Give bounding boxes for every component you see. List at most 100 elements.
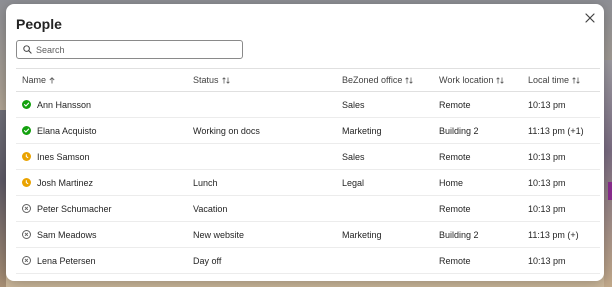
sort-icon: [572, 76, 580, 84]
office-text: Marketing: [342, 229, 382, 240]
work-location-text: Remote: [439, 255, 471, 266]
person-name: Ann Hansson: [37, 99, 92, 110]
cell-work-location: Remote: [434, 256, 523, 266]
local-time-text: 10:13 pm: [528, 177, 566, 188]
table-row[interactable]: Peter Schumacher Vacation Remote 10:13 pm: [16, 196, 600, 222]
table-row[interactable]: Sam Meadows New website Marketing Building …: [16, 222, 600, 248]
presence-offline-icon: [22, 204, 31, 213]
background-edge-right: [604, 60, 612, 287]
cell-name: Peter Schumacher: [16, 204, 188, 214]
cell-work-location: Building 2: [434, 126, 523, 136]
cell-name: Lena Petersen: [16, 256, 188, 266]
column-header-office[interactable]: BeZoned office: [337, 75, 434, 85]
people-dialog: People Name Status: [6, 4, 604, 281]
people-table: Name Status BeZoned office Work location: [16, 68, 600, 274]
cell-local-time: 10:13 pm: [523, 256, 600, 266]
work-location-text: Remote: [439, 151, 471, 162]
cell-local-time: 10:13 pm: [523, 178, 600, 188]
presence-available-icon: [22, 100, 31, 109]
presence-offline-icon: [22, 256, 31, 265]
person-name: Lena Petersen: [37, 255, 96, 266]
cell-work-location: Remote: [434, 100, 523, 110]
status-text: Day off: [193, 255, 222, 266]
column-header-local-time[interactable]: Local time: [523, 75, 600, 85]
work-location-text: Remote: [439, 203, 471, 214]
column-header-status[interactable]: Status: [188, 75, 337, 85]
person-name: Peter Schumacher: [37, 203, 112, 214]
cell-status: Lunch: [188, 178, 337, 188]
ascending-arrow-icon: [49, 76, 55, 84]
cell-work-location: Remote: [434, 204, 523, 214]
column-header-name[interactable]: Name: [16, 75, 188, 85]
office-text: Legal: [342, 177, 365, 188]
presence-away-icon: [22, 152, 31, 161]
status-text: Vacation: [193, 203, 228, 214]
status-text: New website: [193, 229, 245, 240]
office-text: Sales: [342, 99, 365, 110]
cell-local-time: 11:13 pm (+1): [523, 126, 600, 136]
sort-icon: [405, 76, 414, 84]
cell-local-time: 10:13 pm: [523, 152, 600, 162]
column-header-label: Work location: [439, 75, 494, 85]
table-row[interactable]: Ines Samson Sales Remote 10:13 pm: [16, 144, 600, 170]
cell-local-time: 10:13 pm: [523, 100, 600, 110]
cell-office: Marketing: [337, 126, 434, 136]
cell-office: Sales: [337, 152, 434, 162]
work-location-text: Building 2: [439, 125, 479, 136]
local-time-text: 10:13 pm: [528, 203, 566, 214]
cell-status: Day off: [188, 256, 337, 266]
sort-icon: [221, 76, 230, 84]
person-name: Elana Acquisto: [37, 125, 97, 136]
close-button[interactable]: [582, 10, 598, 26]
table-row[interactable]: Elana Acquisto Working on docs Marketing Bu…: [16, 118, 600, 144]
work-location-text: Building 2: [439, 229, 479, 240]
column-header-label: Local time: [528, 75, 570, 85]
cell-status: Vacation: [188, 204, 337, 214]
local-time-text: 10:13 pm: [528, 255, 566, 266]
column-header-work-location[interactable]: Work location: [434, 75, 523, 85]
table-row[interactable]: Ann Hansson Sales Remote 10:13 pm: [16, 92, 600, 118]
dialog-title: People: [16, 16, 62, 32]
office-text: Sales: [342, 151, 365, 162]
presence-away-icon: [22, 178, 31, 187]
cell-work-location: Remote: [434, 152, 523, 162]
column-header-label: Name: [22, 75, 47, 85]
cell-office: Marketing: [337, 230, 434, 240]
cell-status: New website: [188, 230, 337, 240]
search-icon: [23, 45, 32, 54]
presence-offline-icon: [22, 230, 31, 239]
table-row[interactable]: Josh Martinez Lunch Legal Home 10:13 pm: [16, 170, 600, 196]
cell-office: Sales: [337, 100, 434, 110]
cell-name: Ann Hansson: [16, 100, 188, 110]
local-time-text: 11:13 pm (+): [528, 229, 579, 240]
cell-name: Josh Martinez: [16, 178, 188, 188]
local-time-text: 10:13 pm: [528, 99, 566, 110]
local-time-text: 11:13 pm (+1): [528, 125, 584, 136]
cell-work-location: Home: [434, 178, 523, 188]
presence-available-icon: [22, 126, 31, 135]
work-location-text: Home: [439, 177, 464, 188]
search-box[interactable]: [16, 40, 243, 59]
work-location-text: Remote: [439, 99, 471, 110]
cell-local-time: 10:13 pm: [523, 204, 600, 214]
table-row[interactable]: Lena Petersen Day off Remote 10:13 pm: [16, 248, 600, 274]
person-name: Ines Samson: [37, 151, 90, 162]
cell-office: Legal: [337, 178, 434, 188]
search-input[interactable]: [36, 44, 226, 55]
status-text: Lunch: [193, 177, 218, 188]
status-text: Working on docs: [193, 125, 260, 136]
sort-icon: [496, 76, 505, 84]
table-header: Name Status BeZoned office Work location: [16, 69, 600, 92]
person-name: Sam Meadows: [37, 229, 97, 240]
cell-name: Sam Meadows: [16, 230, 188, 240]
cell-work-location: Building 2: [434, 230, 523, 240]
local-time-text: 10:13 pm: [528, 151, 566, 162]
cell-local-time: 11:13 pm (+): [523, 230, 600, 240]
person-name: Josh Martinez: [37, 177, 94, 188]
cell-status: Working on docs: [188, 126, 337, 136]
close-icon: [585, 13, 595, 23]
table-body: Ann Hansson Sales Remote 10:13 pm Elana Acqu…: [16, 92, 600, 274]
column-header-label: BeZoned office: [342, 75, 403, 85]
cell-name: Ines Samson: [16, 152, 188, 162]
background-accent: [608, 182, 612, 200]
